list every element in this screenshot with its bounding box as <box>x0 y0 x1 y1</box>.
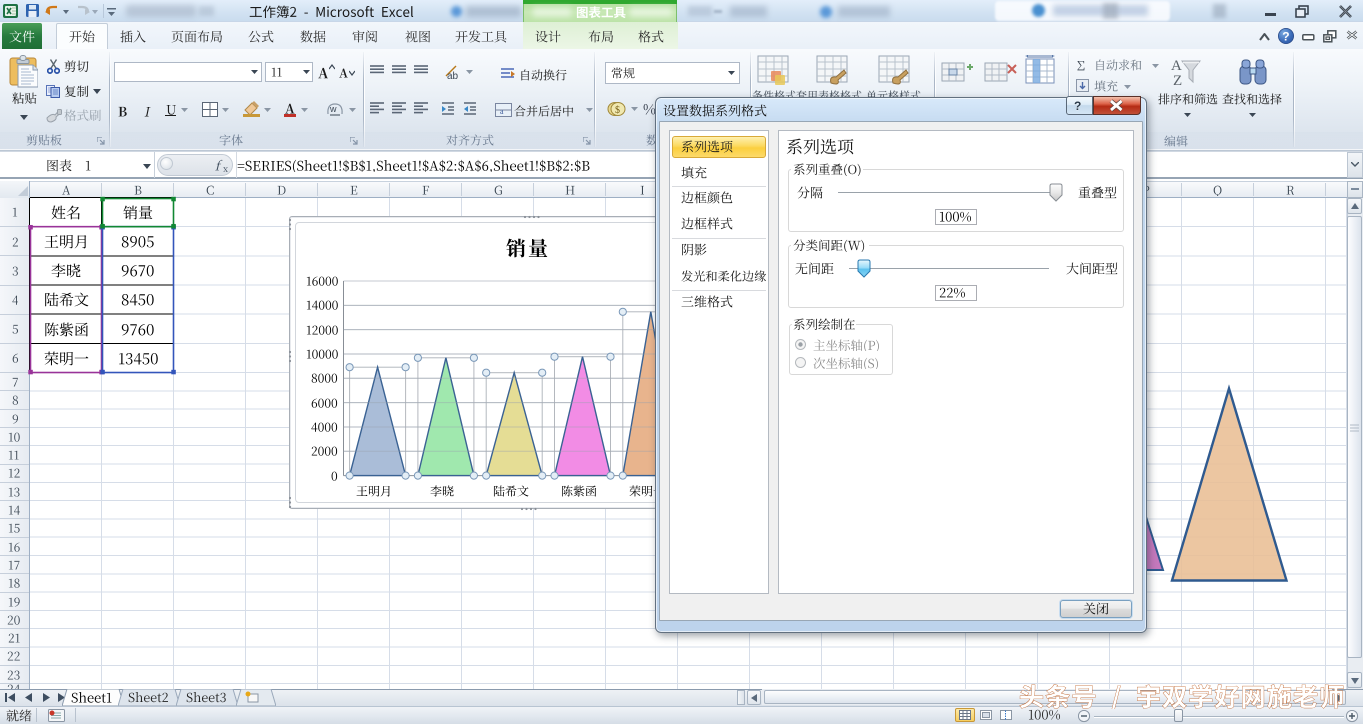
svg-text:?: ? <box>1074 99 1081 112</box>
